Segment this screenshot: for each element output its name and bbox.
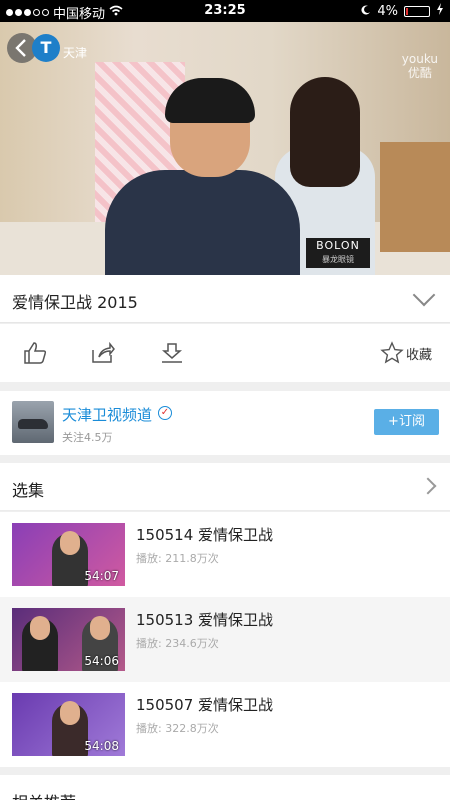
share-icon[interactable] — [91, 341, 115, 364]
episode-play-count: 播放: 322.8万次 — [136, 722, 219, 735]
channel-name[interactable]: 天津卫视频道 — [62, 404, 152, 425]
subscribe-label: 订阅 — [398, 414, 425, 429]
action-bar: 收藏 — [0, 324, 450, 382]
thumbs-up-icon[interactable] — [23, 342, 47, 364]
episode-duration: 54:06 — [84, 654, 119, 668]
status-bar: 中国移动 23:25 4% — [0, 0, 450, 22]
episode-thumbnail[interactable]: 54:07 — [12, 523, 125, 586]
episode-item[interactable]: 54:08 150507 爱情保卫战 播放: 322.8万次 — [0, 682, 450, 767]
star-icon[interactable] — [380, 341, 404, 364]
episode-play-count: 播放: 234.6万次 — [136, 637, 219, 650]
charging-icon — [436, 3, 444, 19]
tv-channel-logo-text: 天津 — [63, 46, 88, 60]
chevron-right-icon[interactable] — [419, 477, 437, 495]
episode-thumbnail[interactable]: 54:06 — [12, 608, 125, 671]
sponsor-logo: BOLON 暴龙眼镜 — [306, 238, 370, 268]
tv-channel-logo: T — [32, 34, 60, 62]
episodes-title: 选集 — [12, 481, 45, 500]
status-right: 4% — [361, 3, 444, 19]
moon-icon — [361, 4, 371, 19]
video-person-man — [105, 78, 300, 275]
episode-duration: 54:07 — [84, 569, 119, 583]
verified-icon: ✓ — [158, 406, 172, 420]
plus-icon: + — [388, 414, 399, 429]
related-title: 相关推荐 — [12, 789, 76, 800]
related-header: 相关推荐 — [0, 775, 450, 800]
episodes-header[interactable]: 选集 — [0, 463, 450, 511]
video-title-row[interactable]: 爱情保卫战 2015 — [0, 275, 450, 323]
channel-avatar[interactable] — [12, 401, 54, 443]
battery-icon — [404, 5, 430, 17]
channel-card[interactable]: 天津卫视频道 ✓ 关注4.5万 +订阅 — [0, 391, 450, 455]
video-title: 爱情保卫战 2015 — [12, 293, 138, 312]
episode-duration: 54:08 — [84, 739, 119, 753]
subscribe-button[interactable]: +订阅 — [374, 409, 439, 435]
episode-title[interactable]: 150507 爱情保卫战 — [136, 694, 273, 715]
episode-title[interactable]: 150513 爱情保卫战 — [136, 609, 273, 630]
episode-title[interactable]: 150514 爱情保卫战 — [136, 524, 273, 545]
channel-followers: 关注4.5万 — [62, 431, 113, 444]
episode-play-count: 播放: 211.8万次 — [136, 552, 219, 565]
episode-thumbnail[interactable]: 54:08 — [12, 693, 125, 756]
chevron-down-icon[interactable] — [412, 283, 436, 307]
battery-percent: 4% — [377, 3, 398, 19]
episode-item[interactable]: 54:07 150514 爱情保卫战 播放: 211.8万次 — [0, 512, 450, 597]
favorite-button-label[interactable]: 收藏 — [406, 344, 432, 363]
youku-watermark: youku 优酷 — [401, 52, 438, 80]
episode-item[interactable]: 54:06 150513 爱情保卫战 播放: 234.6万次 — [0, 597, 450, 682]
download-icon[interactable] — [160, 342, 184, 364]
